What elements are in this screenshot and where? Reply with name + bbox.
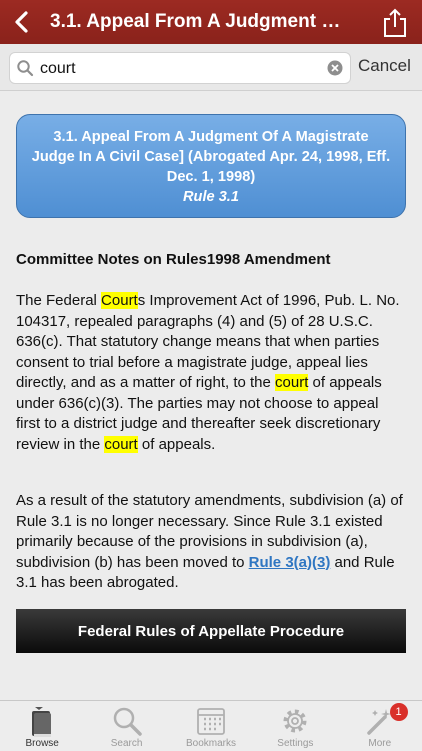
search-input[interactable]	[38, 56, 322, 82]
tab-search[interactable]: Search	[84, 701, 168, 751]
search-field[interactable]	[9, 52, 351, 84]
tab-label: Bookmarks	[185, 738, 236, 749]
tab-browse[interactable]: Browse	[0, 701, 84, 751]
rule-content: 3.1. Appeal From A Judgment Of A Magistr…	[0, 91, 422, 696]
cancel-button[interactable]: Cancel	[358, 56, 411, 76]
text-run: The Federal	[16, 292, 102, 309]
calendar-icon	[196, 706, 226, 741]
text-run: of appeals.	[137, 435, 216, 453]
share-button[interactable]	[382, 8, 408, 38]
notification-badge: 1	[389, 703, 408, 721]
search-icon	[16, 59, 34, 77]
rule-header-title: 3.1. Appeal From A Judgment Of A Magistr…	[31, 129, 391, 185]
tab-settings[interactable]: Settings	[253, 701, 337, 751]
chevron-left-icon	[15, 11, 28, 33]
tab-label: More	[368, 738, 392, 749]
rule-3a3-link[interactable]: Rule 3(a)(3)	[249, 554, 331, 571]
search-bar: Cancel	[0, 44, 422, 91]
notes-paragraph-2: As a result of the statutory amendments,…	[16, 491, 406, 594]
notes-heading: Committee Notes on Rules1998 Amendment	[16, 251, 331, 268]
tab-label: Search	[110, 738, 143, 749]
search-highlight: court	[104, 435, 138, 453]
clear-search-button[interactable]	[327, 60, 343, 76]
nav-title: 3.1. Appeal From A Judgment Of A Magistr…	[50, 11, 355, 32]
rule-header-button[interactable]: 3.1. Appeal From A Judgment Of A Magistr…	[16, 114, 406, 218]
gear-icon	[280, 706, 310, 741]
search-highlight: court	[275, 374, 309, 391]
tab-bookmarks[interactable]: Bookmarks	[169, 701, 253, 751]
search-icon	[112, 706, 142, 741]
clear-icon	[327, 60, 343, 76]
search-highlight: Court	[101, 292, 138, 309]
notes-paragraph-1: The Federal Courts Improvement Act of 19…	[16, 291, 406, 455]
share-icon	[384, 8, 406, 37]
tab-label: Settings	[277, 738, 314, 749]
frap-button[interactable]: Federal Rules of Appellate Procedure	[16, 609, 406, 653]
navigation-bar: 3.1. Appeal From A Judgment Of A Magistr…	[0, 0, 422, 44]
tab-label: Browse	[25, 738, 59, 749]
tab-bar: Browse Search Bookmarks Settings 1 More	[0, 700, 422, 751]
rule-number: Rule 3.1	[183, 189, 239, 205]
back-button[interactable]	[4, 0, 38, 44]
tab-more[interactable]: 1 More	[338, 701, 422, 751]
